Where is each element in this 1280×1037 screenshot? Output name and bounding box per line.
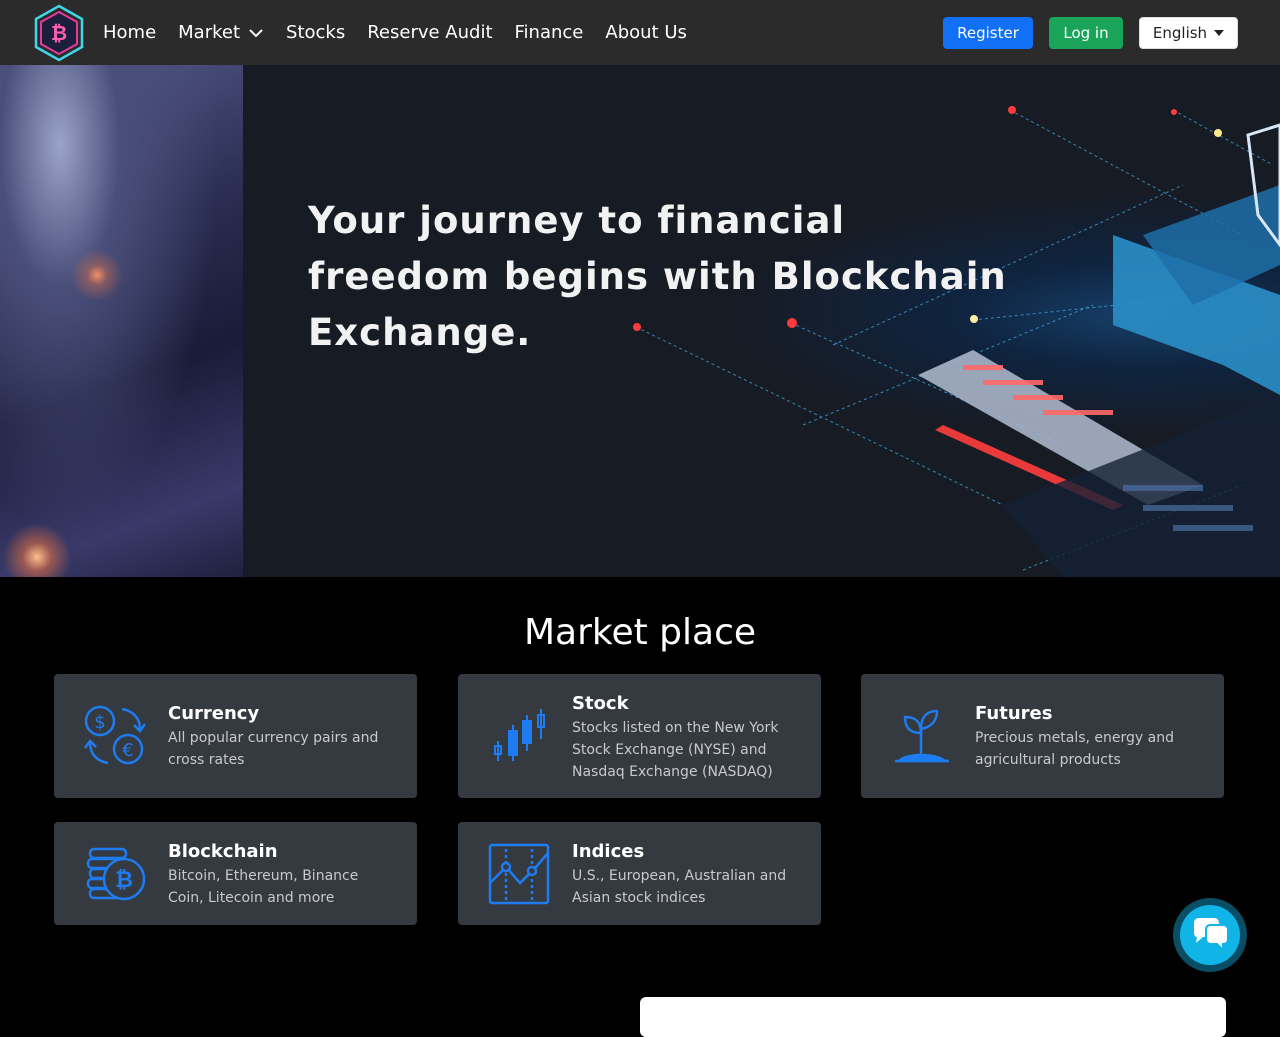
card-description: Stocks listed on the New York Stock Exch… <box>572 720 779 780</box>
market-place-heading: Market place <box>523 612 757 653</box>
plant-sprout-icon <box>895 709 949 763</box>
candlestick-icon <box>494 709 545 761</box>
nav-home[interactable]: Home <box>103 22 156 43</box>
card-title: Indices <box>572 841 645 862</box>
card-title: Currency <box>168 703 260 724</box>
chevron-down-icon <box>249 28 263 37</box>
register-button[interactable]: Register <box>943 17 1033 49</box>
market-card-blockchain[interactable]: ₿ Blockchain Bitcoin, Ethereum, Binance … <box>54 822 417 925</box>
nav-stocks[interactable]: Stocks <box>286 22 345 43</box>
card-description: Precious metals, energy and agricultural… <box>975 730 1175 768</box>
live-chat-button[interactable] <box>1173 898 1247 972</box>
market-card-stock[interactable]: Stock Stocks listed on the New York Stoc… <box>458 674 821 798</box>
market-card-futures[interactable]: Futures Precious metals, energy and agri… <box>861 674 1224 798</box>
language-label: English <box>1152 24 1208 42</box>
card-title: Futures <box>975 703 1053 724</box>
card-description: Bitcoin, Ethereum, Binance Coin, Litecoi… <box>168 868 359 906</box>
svg-text:₿: ₿ <box>115 868 133 893</box>
nav-market-label: Market <box>178 22 241 43</box>
card-title: Blockchain <box>168 841 278 862</box>
login-button[interactable]: Log in <box>1049 17 1123 49</box>
card-description: All popular currency pairs and cross rat… <box>168 730 379 768</box>
nav-market[interactable]: Market <box>178 22 264 43</box>
chat-button-inner <box>1180 905 1240 965</box>
card-title: Stock <box>572 693 629 714</box>
svg-text:€: € <box>122 740 133 761</box>
market-card-indices[interactable]: Indices U.S., European, Australian and A… <box>458 822 821 925</box>
hero-left-image <box>0 65 243 577</box>
chat-bubbles-icon <box>1194 918 1229 953</box>
hero-banner: Your journey to financial freedom begins… <box>0 65 1280 577</box>
nav-links: Home Market Stocks Reserve Audit Finance… <box>103 0 709 65</box>
currency-exchange-icon: $ € <box>83 705 147 765</box>
bitcoin-hexagon-icon[interactable]: ₿ <box>33 4 85 62</box>
caret-down-icon <box>1214 30 1225 36</box>
language-select[interactable]: English <box>1139 17 1238 49</box>
nav-about-us[interactable]: About Us <box>605 22 687 43</box>
card-description: U.S., European, Australian and Asian sto… <box>572 868 787 906</box>
market-card-currency[interactable]: $ € Currency All popular currency pairs … <box>54 674 417 798</box>
hero-title: Your journey to financial freedom begins… <box>308 199 1007 354</box>
bottom-white-panel <box>640 997 1226 1037</box>
svg-text:$: $ <box>94 712 105 733</box>
top-navbar: ₿ Home Market Stocks Reserve Audit Finan… <box>0 0 1280 65</box>
bitcoin-coins-icon: ₿ <box>86 847 146 901</box>
nav-finance[interactable]: Finance <box>515 22 584 43</box>
index-chart-icon <box>488 843 550 905</box>
nav-reserve-audit[interactable]: Reserve Audit <box>367 22 492 43</box>
svg-text:₿: ₿ <box>51 21 67 45</box>
